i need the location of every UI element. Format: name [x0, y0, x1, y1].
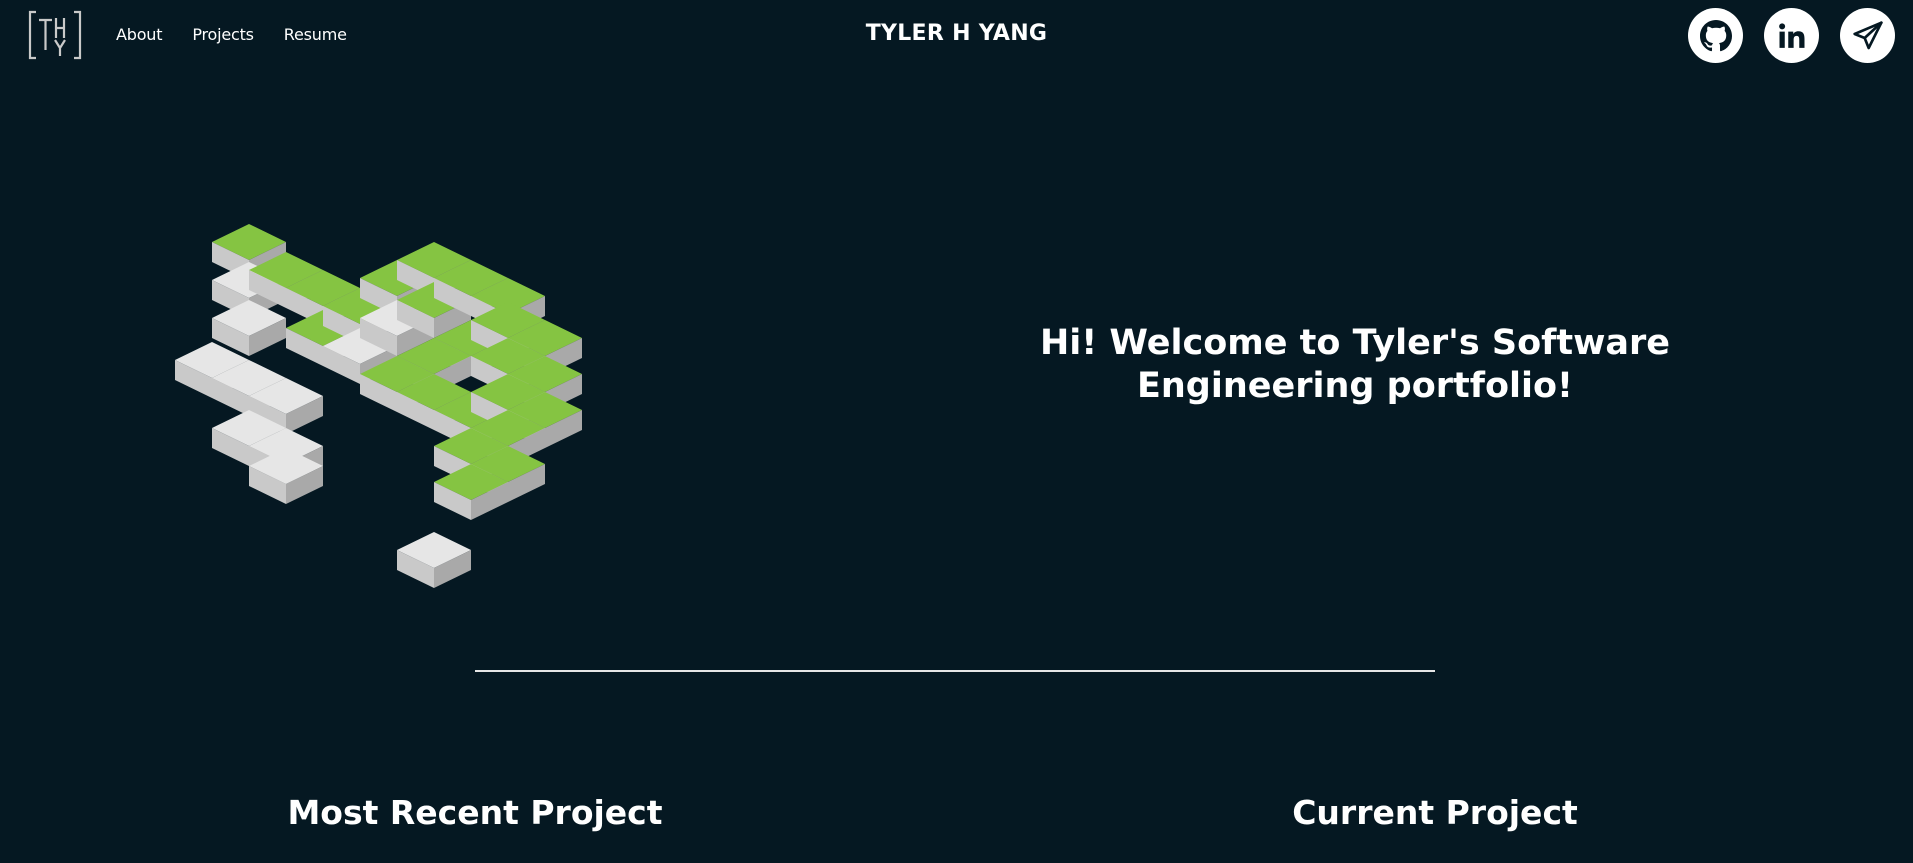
contact-button[interactable] — [1840, 8, 1895, 63]
github-button[interactable] — [1688, 8, 1743, 63]
header: About Projects Resume TYLER H YANG — [0, 0, 1913, 72]
hero-headline: Hi! Welcome to Tyler's Software Engineer… — [1039, 323, 1671, 406]
social-links — [1688, 8, 1895, 63]
send-icon — [1852, 20, 1883, 49]
most-recent-project-heading: Most Recent Project — [287, 793, 663, 832]
page: About Projects Resume TYLER H YANG Hi! W… — [0, 0, 1913, 863]
isometric-blocks-illustration — [175, 224, 582, 588]
section-divider — [475, 670, 1435, 672]
site-title: TYLER H YANG — [865, 21, 1048, 46]
linkedin-button[interactable] — [1764, 8, 1819, 63]
linkedin-icon — [1778, 22, 1804, 48]
current-project-heading: Current Project — [1292, 793, 1578, 832]
github-icon — [1699, 19, 1732, 51]
